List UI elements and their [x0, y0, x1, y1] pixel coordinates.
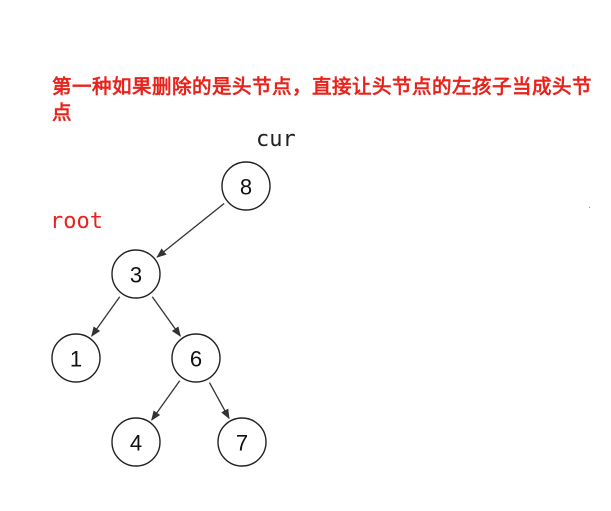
- node-value: 6: [190, 347, 202, 372]
- tree-node-1: 1: [51, 333, 101, 383]
- node-value: 7: [236, 431, 248, 456]
- node-value: 3: [130, 263, 142, 288]
- tree-node-8: 8: [221, 161, 271, 211]
- tree-node-3: 3: [111, 249, 161, 299]
- tree-node-7: 7: [217, 417, 267, 467]
- edge-n6-n7: [208, 382, 230, 420]
- binary-tree-diagram: 8 3 1 6 4 7: [51, 161, 271, 467]
- edge-n8-n3: [156, 202, 225, 258]
- tree-node-6: 6: [171, 333, 221, 383]
- edge-n3-n1: [91, 296, 121, 337]
- edge-n6-n4: [151, 380, 181, 421]
- node-value: 4: [130, 431, 142, 456]
- node-value: 1: [70, 347, 82, 372]
- tree-node-4: 4: [111, 417, 161, 467]
- edge-n3-n6: [151, 296, 181, 337]
- node-value: 8: [240, 175, 252, 200]
